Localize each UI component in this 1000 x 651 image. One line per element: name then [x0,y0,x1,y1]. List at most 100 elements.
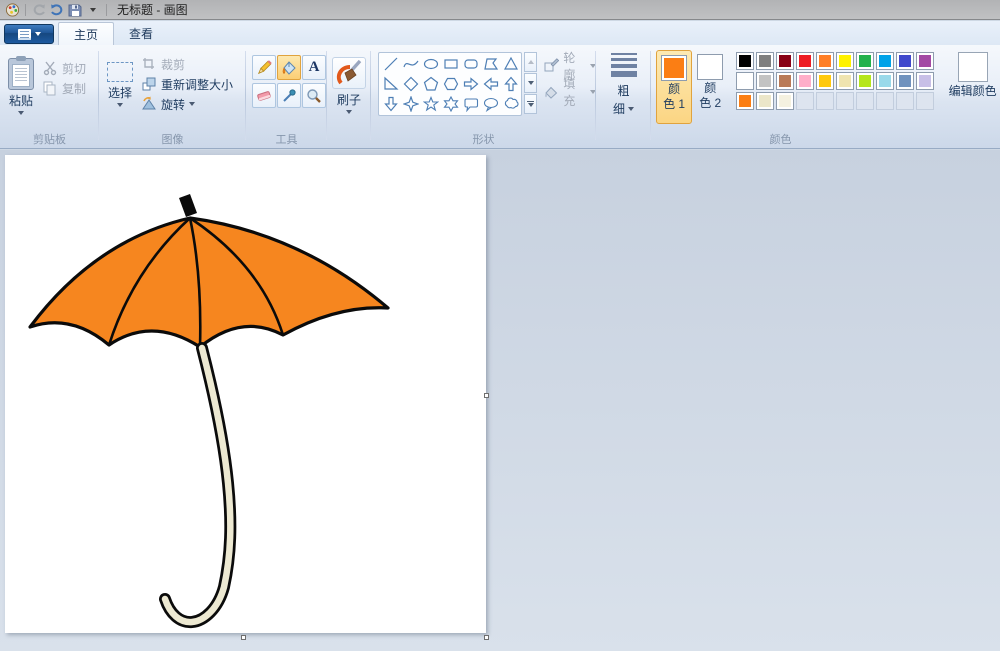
color1-label-2: 色 1 [663,98,685,111]
size-button[interactable]: 粗 细 [603,53,645,117]
palette-empty-slot[interactable] [816,92,834,110]
shape-right-triangle-icon[interactable] [381,74,401,94]
palette-color-swatch[interactable] [916,52,934,70]
titlebar: 无标题 - 画图 [0,0,1000,20]
palette-color-swatch[interactable] [796,52,814,70]
color1-swatch-frame [661,55,687,81]
shape-six-point-star-icon[interactable] [441,94,461,114]
shape-rectangle-icon[interactable] [441,54,461,74]
shape-cloud-callout-icon[interactable] [501,94,521,114]
palette-color-swatch[interactable] [836,72,854,90]
palette-color-swatch[interactable] [896,52,914,70]
resize-icon [141,76,157,92]
palette-color-swatch[interactable] [736,92,754,110]
magnifier-tool[interactable] [302,83,326,108]
copy-button[interactable]: 复制 [42,78,86,98]
shape-polygon-icon[interactable] [481,54,501,74]
pencil-icon [255,59,273,77]
color2-button[interactable]: 颜 色 2 [692,50,728,124]
palette-color-swatch[interactable] [856,52,874,70]
shape-pentagon-icon[interactable] [421,74,441,94]
shape-triangle-icon[interactable] [501,54,521,74]
tab-view[interactable]: 查看 [114,22,168,45]
palette-color-swatch[interactable] [796,72,814,90]
shape-fill-label: 填充 [563,75,586,109]
shape-right-arrow-icon[interactable] [461,74,481,94]
size-label-1: 粗 [617,82,629,99]
color-picker-tool[interactable] [277,83,301,108]
shape-curve-icon[interactable] [401,54,421,74]
palette-color-swatch[interactable] [916,72,934,90]
palette-empty-slot[interactable] [836,92,854,110]
shape-diamond-icon[interactable] [401,74,421,94]
fill-bucket-tool[interactable] [277,55,301,80]
drawing-canvas[interactable] [5,155,486,633]
canvas-resize-handle-right[interactable] [484,393,489,398]
shape-fill-button[interactable]: 填充 [543,82,596,102]
palette-color-swatch[interactable] [816,72,834,90]
palette-empty-slot[interactable] [796,92,814,110]
shapes-scroll-up-button[interactable] [524,52,537,72]
shape-line-icon[interactable] [381,54,401,74]
palette-color-swatch[interactable] [896,72,914,90]
shape-down-arrow-icon[interactable] [381,94,401,114]
resize-button[interactable]: 重新调整大小 [141,74,233,94]
redo-icon[interactable] [48,2,66,18]
shape-hexagon-icon[interactable] [441,74,461,94]
application-menu-button[interactable] [4,24,54,44]
canvas-resize-handle-bottom[interactable] [241,635,246,640]
shape-left-arrow-icon[interactable] [481,74,501,94]
palette-color-swatch[interactable] [776,72,794,90]
palette-color-swatch[interactable] [756,52,774,70]
shape-rounded-callout-icon[interactable] [461,94,481,114]
palette-color-swatch[interactable] [756,72,774,90]
shape-oval-callout-icon[interactable] [481,94,501,114]
divider [25,4,26,16]
shape-rounded-rectangle-icon[interactable] [461,54,481,74]
palette-empty-slot[interactable] [856,92,874,110]
edit-colors-icon [958,52,988,82]
text-tool[interactable]: A [302,55,326,80]
palette-color-swatch[interactable] [776,52,794,70]
text-icon: A [309,59,320,76]
group-caption: 工具 [246,131,327,147]
palette-color-swatch[interactable] [776,92,794,110]
tab-home[interactable]: 主页 [58,22,114,45]
palette-color-swatch[interactable] [836,52,854,70]
undo-icon[interactable] [30,2,48,18]
crop-button[interactable]: 裁剪 [141,54,233,74]
palette-color-swatch[interactable] [756,92,774,110]
color2-label-1: 颜 [704,82,716,95]
rotate-button[interactable]: 旋转 [141,94,233,114]
shape-five-point-star-icon[interactable] [421,94,441,114]
brushes-button[interactable]: 刷子 [330,51,368,114]
cut-button[interactable]: 剪切 [42,58,86,78]
palette-color-swatch[interactable] [736,52,754,70]
canvas-resize-handle-corner[interactable] [484,635,489,640]
palette-color-swatch[interactable] [736,72,754,90]
palette-color-swatch[interactable] [856,72,874,90]
palette-color-swatch[interactable] [876,72,894,90]
group-caption: 剪贴板 [0,131,99,147]
qat-customize-chevron-icon[interactable] [84,2,102,18]
chevron-down-icon [189,102,195,106]
shape-ellipse-icon[interactable] [421,54,441,74]
window-title: 无标题 - 画图 [117,1,188,18]
palette-empty-slot[interactable] [876,92,894,110]
save-icon[interactable] [66,2,84,18]
shape-up-arrow-icon[interactable] [501,74,521,94]
shape-four-point-star-icon[interactable] [401,94,421,114]
shapes-scroll-down-button[interactable] [524,73,537,93]
palette-color-swatch[interactable] [816,52,834,70]
shapes-more-button[interactable] [524,94,537,114]
palette-empty-slot[interactable] [916,92,934,110]
color1-button[interactable]: 颜 色 1 [656,50,692,124]
palette-color-swatch[interactable] [876,52,894,70]
palette-empty-slot[interactable] [896,92,914,110]
outline-button[interactable]: 轮廓 [543,56,596,76]
paint-app-icon[interactable] [3,2,21,18]
edit-colors-button[interactable]: 编辑颜色 [945,50,1000,148]
eraser-tool[interactable] [252,83,276,108]
pencil-tool[interactable] [252,55,276,80]
color1-label-1: 颜 [668,83,680,96]
